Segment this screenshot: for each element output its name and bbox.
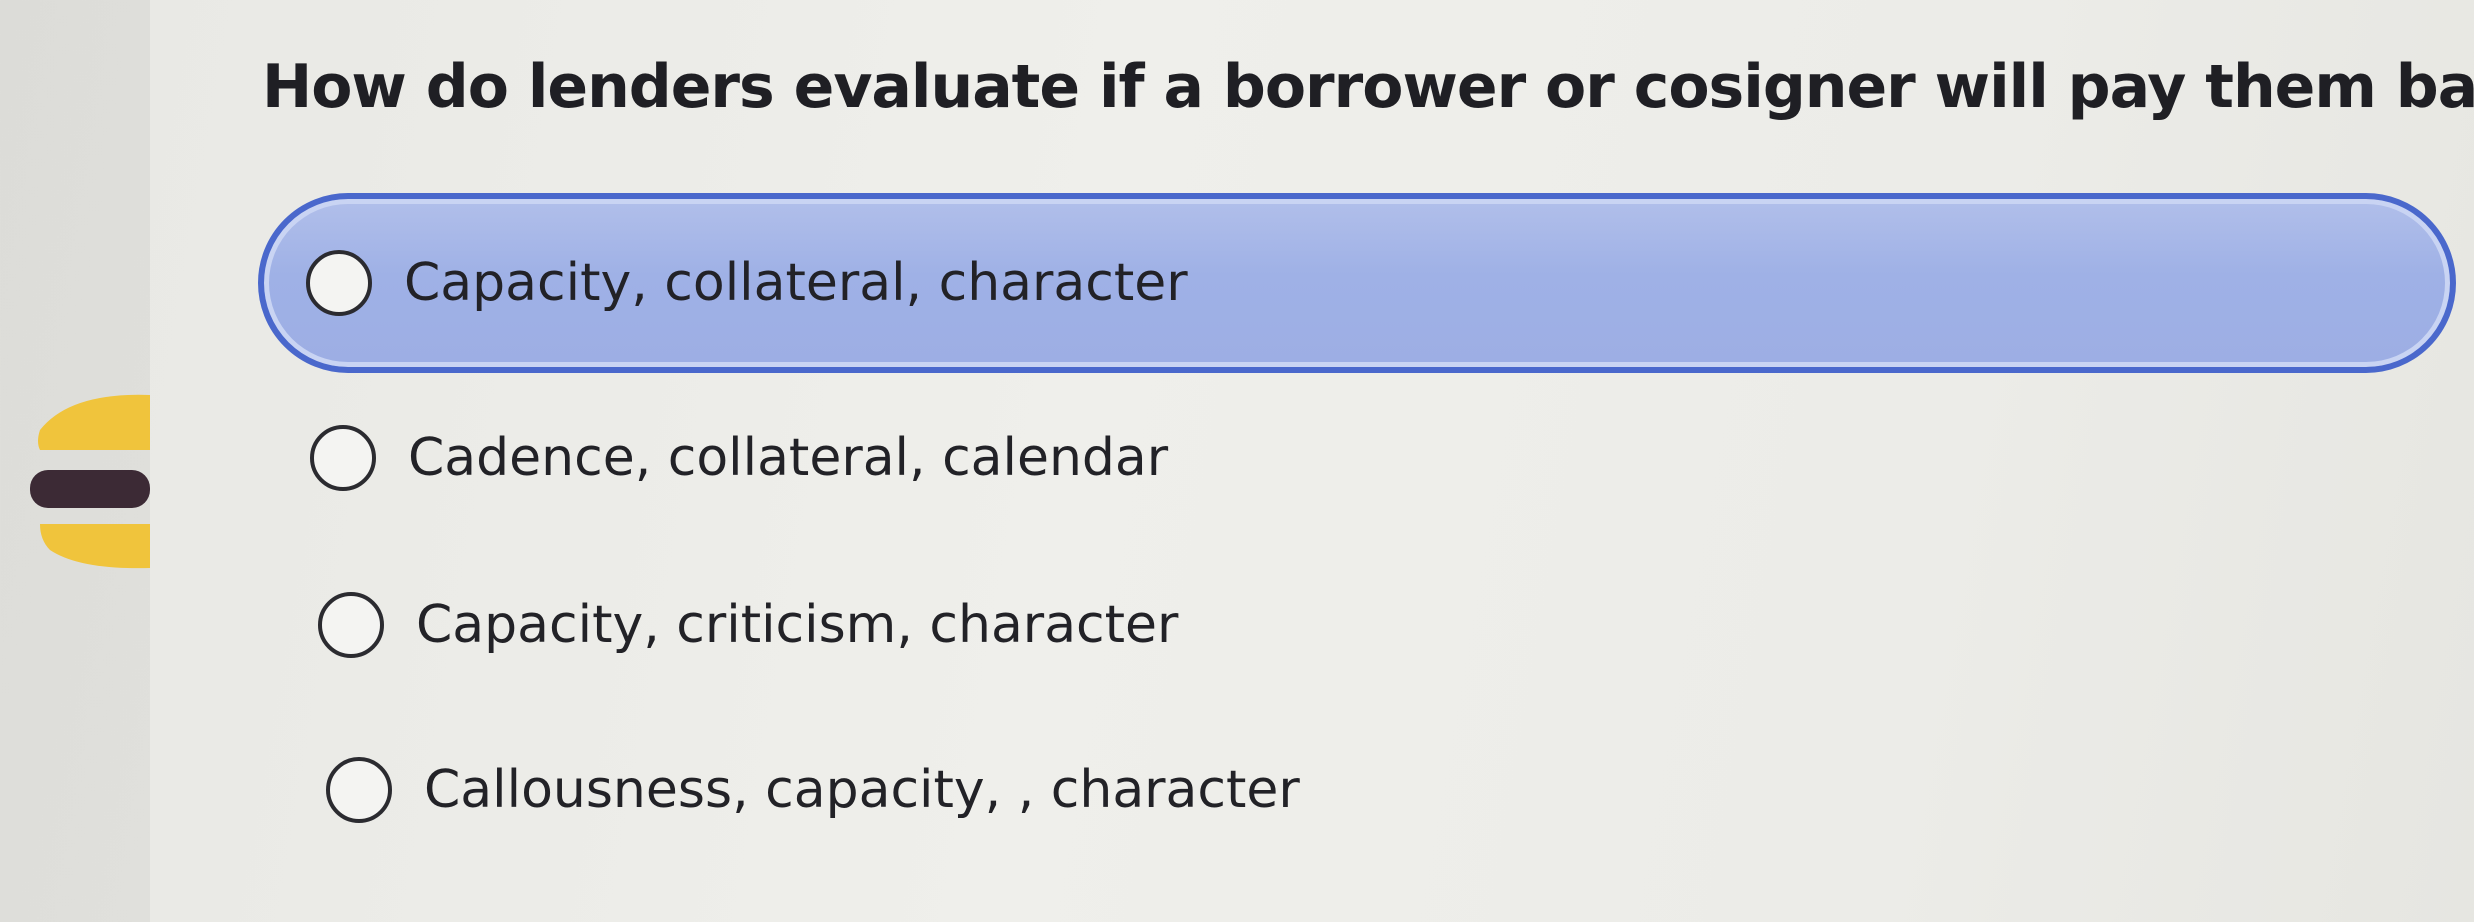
answer-option-label: Capacity, criticism, character: [416, 595, 1179, 655]
radio-button-icon[interactable]: [318, 592, 384, 658]
answer-option-label: Cadence, collateral, calendar: [408, 428, 1169, 488]
answer-option-label: Capacity, collateral, character: [404, 253, 1188, 313]
answer-option-1[interactable]: Capacity, collateral, character: [258, 193, 2456, 373]
radio-button-icon[interactable]: [306, 250, 372, 316]
answer-option-4[interactable]: Callousness, capacity, , character: [326, 757, 1300, 823]
answer-option-label: Callousness, capacity, , character: [424, 760, 1300, 820]
answer-option-3[interactable]: Capacity, criticism, character: [318, 592, 1178, 658]
radio-button-icon[interactable]: [310, 425, 376, 491]
answer-option-2[interactable]: Cadence, collateral, calendar: [310, 425, 1168, 491]
answer-options: Capacity, collateral, character Cadence,…: [0, 0, 2474, 922]
radio-button-icon[interactable]: [326, 757, 392, 823]
